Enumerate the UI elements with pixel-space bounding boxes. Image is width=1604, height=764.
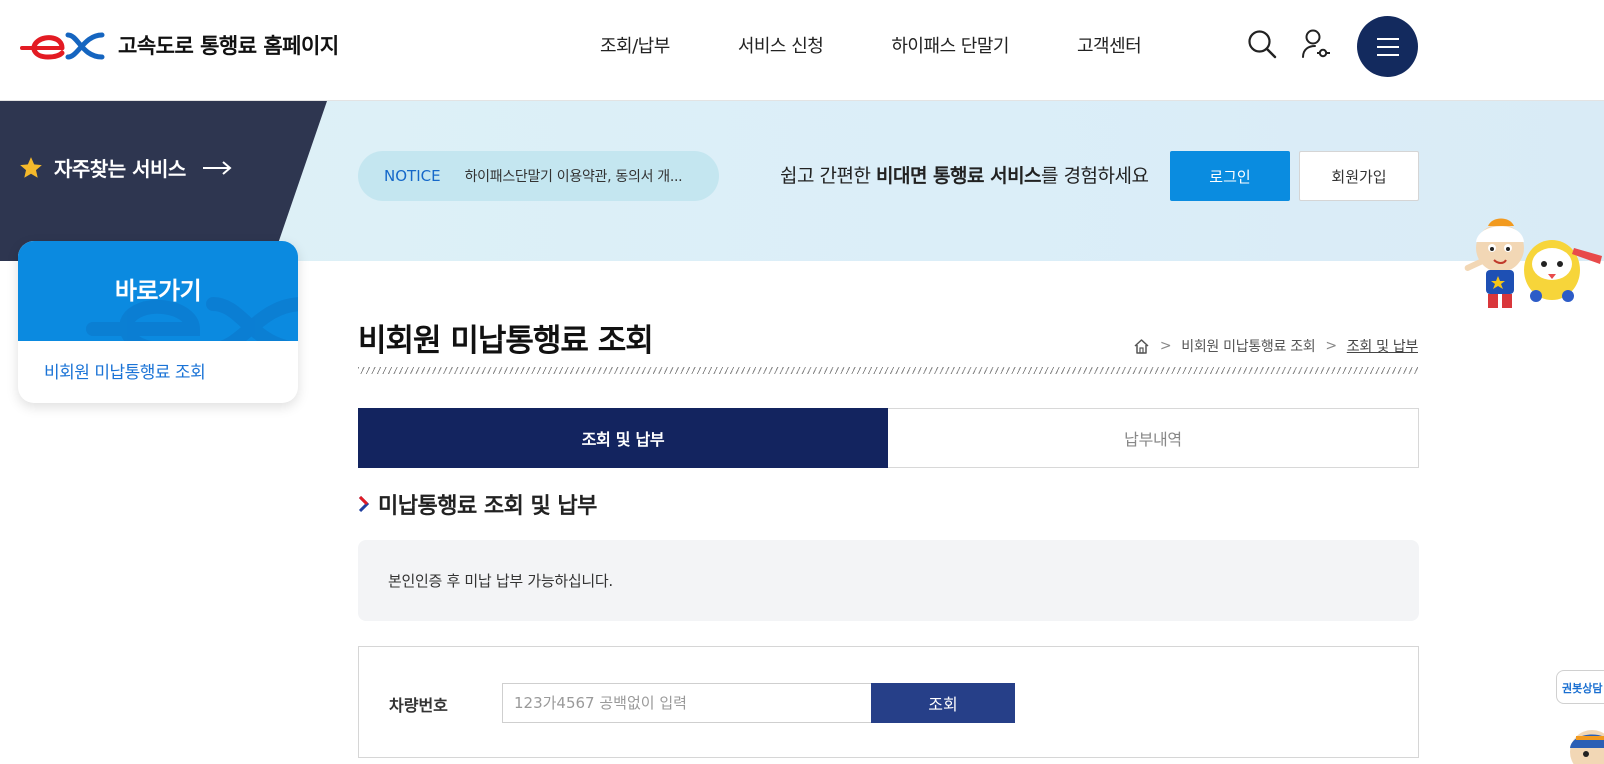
breadcrumb-item[interactable]: 비회원 미납통행료 조회 (1181, 336, 1315, 356)
nav-item-hipass-device[interactable]: 하이패스 단말기 (891, 32, 1009, 58)
user-icon[interactable] (1298, 26, 1334, 62)
site-logo[interactable]: 고속도로 통행료 홈페이지 (18, 27, 339, 63)
menu-icon[interactable] (1357, 16, 1418, 77)
chatbot-widget[interactable]: 권봇상담 (1556, 670, 1604, 764)
star-icon (20, 156, 42, 178)
notice-bar[interactable]: NOTICE 하이패스단말기 이용약관, 동의서 개... (358, 151, 719, 201)
search-icon[interactable] (1244, 26, 1280, 62)
nav-item-inquiry-payment[interactable]: 조회/납부 (600, 32, 670, 58)
nav-item-customer-center[interactable]: 고객센터 (1077, 32, 1142, 58)
favorites-label: 자주찾는 서비스 (54, 157, 186, 181)
notice-text[interactable]: 하이패스단말기 이용약관, 동의서 개... (465, 166, 683, 186)
tab-inquiry-payment[interactable]: 조회 및 납부 (358, 408, 888, 468)
vehicle-search-form: 차량번호 조회 (358, 646, 1419, 758)
chevron-right-icon: > (1325, 338, 1337, 354)
promo-text: 쉽고 간편한 비대면 통행료 서비스를 경험하세요 (780, 165, 1149, 187)
section-title: 미납통행료 조회 및 납부 (358, 488, 597, 520)
login-button[interactable]: 로그인 (1170, 151, 1290, 201)
section-chevron-icon (358, 495, 370, 513)
notice-tag: NOTICE (384, 167, 441, 185)
breadcrumb-current[interactable]: 조회 및 납부 (1347, 336, 1419, 356)
quick-links-title: 바로가기 (114, 277, 202, 305)
join-button[interactable]: 회원가입 (1299, 151, 1419, 201)
quick-links-card: 바로가기 비회원 미납통행료 조회 (18, 241, 298, 403)
vehicle-number-label: 차량번호 (389, 696, 448, 715)
page-title: 비회원 미납통행료 조회 (358, 323, 654, 359)
quick-link-unpaid-toll[interactable]: 비회원 미납통행료 조회 (18, 341, 298, 383)
breadcrumb: > 비회원 미납통행료 조회 > 조회 및 납부 (1133, 336, 1418, 356)
ex-logo-icon (20, 32, 105, 60)
content-tabs: 조회 및 납부 납부내역 (358, 408, 1419, 468)
section-title-text: 미납통행료 조회 및 납부 (378, 494, 597, 519)
title-divider (358, 367, 1419, 374)
info-text: 본인인증 후 미납 납부 가능하십니다. (388, 572, 613, 590)
info-notice-box: 본인인증 후 미납 납부 가능하십니다. (358, 540, 1419, 621)
home-icon[interactable] (1133, 338, 1150, 355)
chevron-right-icon: > (1159, 338, 1172, 354)
vehicle-number-input[interactable] (502, 683, 872, 723)
quick-links-header: 바로가기 (18, 241, 298, 341)
nav-item-service-apply[interactable]: 서비스 신청 (738, 32, 824, 58)
arrow-right-icon (202, 160, 232, 175)
main-nav: 조회/납부 서비스 신청 하이패스 단말기 고객센터 (600, 32, 1209, 58)
favorites-panel[interactable]: 자주찾는 서비스 (0, 101, 327, 261)
chatbot-mascot-icon (1570, 730, 1604, 764)
site-header: 고속도로 통행료 홈페이지 조회/납부 서비스 신청 하이패스 단말기 고객센터 (0, 0, 1604, 101)
utility-icons (1244, 26, 1352, 62)
site-title: 고속도로 통행료 홈페이지 (118, 34, 339, 58)
chatbot-badge: 권봇상담 (1556, 670, 1604, 704)
mascot-illustration (1464, 218, 1602, 308)
tab-payment-history[interactable]: 납부내역 (888, 408, 1419, 468)
search-submit-button[interactable]: 조회 (871, 683, 1015, 723)
